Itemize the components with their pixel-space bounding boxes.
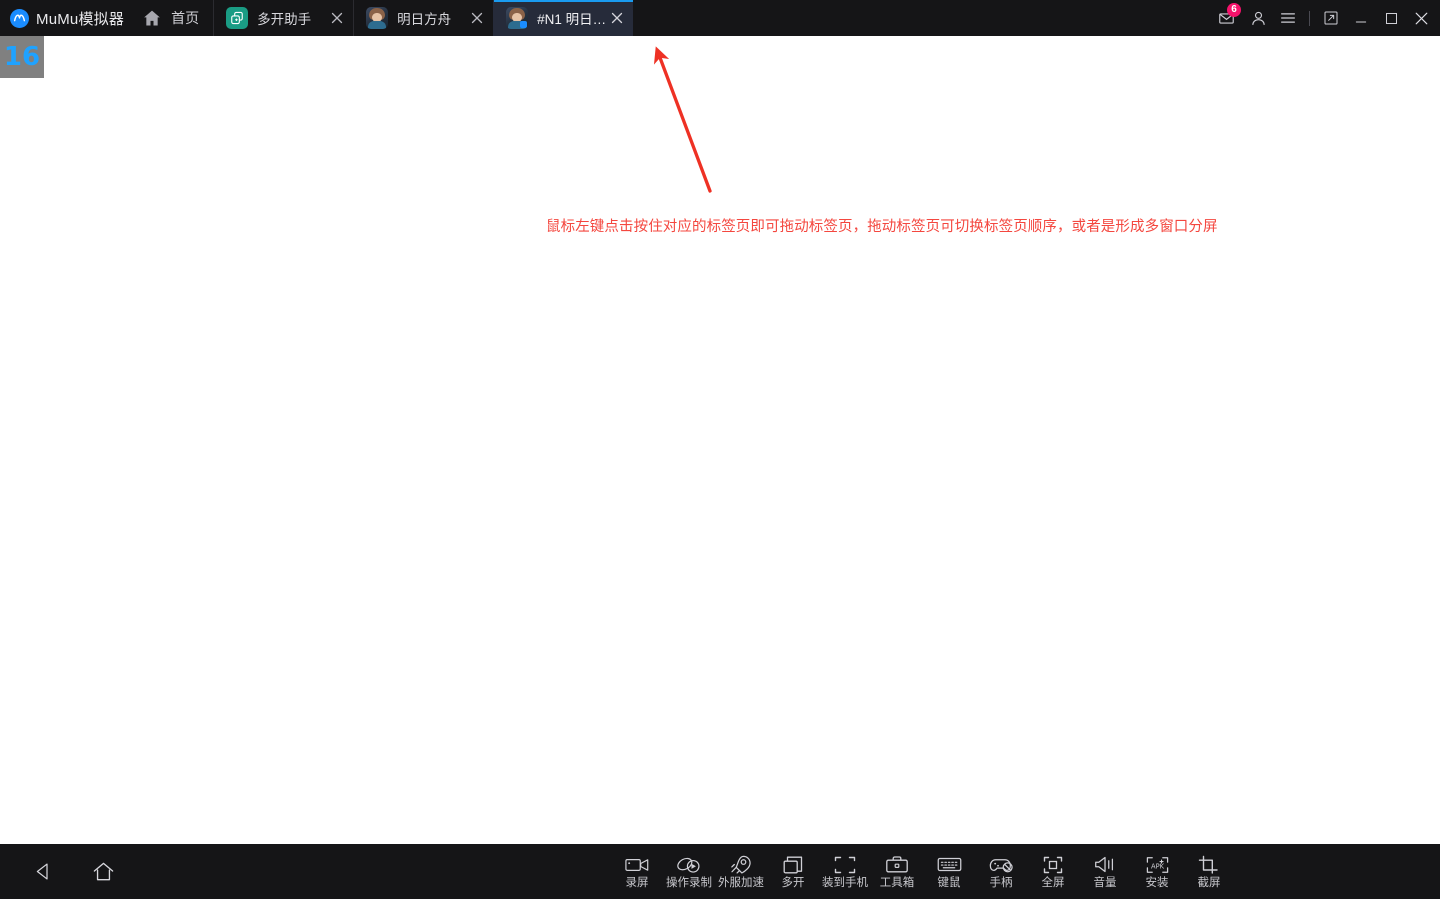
close-icon[interactable] xyxy=(327,8,347,28)
tool-label: 装到手机 xyxy=(822,876,868,889)
tool-label: 录屏 xyxy=(625,876,649,889)
tool-gamepad[interactable]: 手柄 xyxy=(975,844,1027,899)
mail-badge: 6 xyxy=(1227,3,1241,17)
mumu-emulator-window: MuMu模拟器 首页 多开助手 明日方舟 #N1 明日方 6 16 鼠标左键点击… xyxy=(0,0,1440,899)
tab-arknights[interactable]: 明日方舟 xyxy=(353,0,494,36)
tool-keyboard-mouse[interactable]: 键鼠 xyxy=(923,844,975,899)
tool-label: 全屏 xyxy=(1041,876,1065,889)
multi-instance-icon xyxy=(226,7,249,29)
close-icon[interactable] xyxy=(467,8,487,28)
resize-window-button[interactable] xyxy=(1316,0,1346,36)
game-avatar-icon xyxy=(366,7,389,29)
volume-icon xyxy=(1094,854,1117,876)
install-to-phone-icon xyxy=(833,854,857,876)
tool-label: 外服加速 xyxy=(718,876,764,889)
tool-toolbox[interactable]: 工具箱 xyxy=(871,844,923,899)
video-camera-icon xyxy=(625,854,649,876)
bottom-toolbar: 录屏 操作录制 外服加速 多开 装到手机 工具箱 键鼠 手柄 全屏 音量 APK… xyxy=(0,844,1440,899)
tool-label: 手柄 xyxy=(989,876,1013,889)
game-avatar-icon xyxy=(506,7,529,29)
multi-window-icon xyxy=(782,854,804,876)
back-button[interactable] xyxy=(24,853,62,891)
tab-arknights-n1-active[interactable]: #N1 明日方... xyxy=(493,0,634,36)
tab-multi-instance-assistant[interactable]: 多开助手 xyxy=(213,0,354,36)
tab-label: #N1 明日方... xyxy=(537,12,607,27)
tool-macro-record[interactable]: 操作录制 xyxy=(663,844,715,899)
rocket-accel-icon xyxy=(729,854,753,876)
home-outline-icon xyxy=(93,862,113,881)
gamepad-icon xyxy=(989,854,1014,876)
home-nav-button[interactable]: 首页 xyxy=(130,0,213,36)
home-icon xyxy=(142,8,162,28)
close-window-button[interactable] xyxy=(1406,0,1436,36)
tool-label: 键鼠 xyxy=(937,876,961,889)
tool-label: 工具箱 xyxy=(879,876,915,889)
tool-label: 多开 xyxy=(781,876,805,889)
back-icon xyxy=(36,863,48,880)
emulator-screen[interactable]: 16 鼠标左键点击按住对应的标签页即可拖动标签页，拖动标签页可切换标签页顺序，或… xyxy=(0,36,1440,844)
home-button[interactable] xyxy=(84,853,122,891)
instance-index-label: 16 xyxy=(3,42,41,72)
tool-label: 截屏 xyxy=(1197,876,1221,889)
tool-buttons: 录屏 操作录制 外服加速 多开 装到手机 工具箱 键鼠 手柄 全屏 音量 APK… xyxy=(611,844,1235,899)
close-icon[interactable] xyxy=(607,8,627,28)
crop-screenshot-icon xyxy=(1198,854,1220,876)
tab-strip: 多开助手 明日方舟 #N1 明日方 xyxy=(213,0,1209,36)
tool-overseas-accel[interactable]: 外服加速 xyxy=(715,844,767,899)
tool-multi-instance[interactable]: 多开 xyxy=(767,844,819,899)
tool-volume[interactable]: 音量 xyxy=(1079,844,1131,899)
toolbox-icon xyxy=(885,854,909,876)
red-arrow-icon xyxy=(653,46,712,193)
divider xyxy=(1309,10,1310,26)
title-bar: MuMu模拟器 首页 多开助手 明日方舟 #N1 明日方 6 xyxy=(0,0,1440,36)
user-account-button[interactable] xyxy=(1243,0,1273,36)
android-nav-buttons xyxy=(0,853,122,891)
brand-name: MuMu模拟器 xyxy=(36,10,125,28)
svg-text:APK: APK xyxy=(1150,862,1164,870)
tool-screenshot[interactable]: 截屏 xyxy=(1183,844,1235,899)
fullscreen-icon xyxy=(1042,854,1064,876)
mail-button[interactable]: 6 xyxy=(1209,0,1243,36)
tool-fullscreen[interactable]: 全屏 xyxy=(1027,844,1079,899)
tab-label: 明日方舟 xyxy=(397,12,452,27)
tool-apk-install[interactable]: APK 安装 xyxy=(1131,844,1183,899)
maximize-button[interactable] xyxy=(1376,0,1406,36)
tool-label: 音量 xyxy=(1093,876,1117,889)
tool-install-to-phone[interactable]: 装到手机 xyxy=(819,844,871,899)
apk-install-icon: APK xyxy=(1145,854,1170,876)
annotation-text: 鼠标左键点击按住对应的标签页即可拖动标签页，拖动标签页可切换标签页顺序，或者是形… xyxy=(546,219,1218,235)
macro-record-icon xyxy=(676,854,702,876)
minimize-button[interactable] xyxy=(1346,0,1376,36)
hamburger-menu-button[interactable] xyxy=(1273,0,1303,36)
tool-label: 安装 xyxy=(1145,876,1169,889)
mumu-logo-icon xyxy=(10,8,29,28)
brand: MuMu模拟器 xyxy=(0,0,130,36)
tab-label: 多开助手 xyxy=(257,12,312,27)
tool-screen-record[interactable]: 录屏 xyxy=(611,844,663,899)
tool-label: 操作录制 xyxy=(666,876,712,889)
home-label: 首页 xyxy=(171,10,200,26)
window-controls: 6 xyxy=(1209,0,1440,36)
instance-index-badge: 16 xyxy=(0,36,44,78)
keyboard-icon xyxy=(937,854,962,876)
